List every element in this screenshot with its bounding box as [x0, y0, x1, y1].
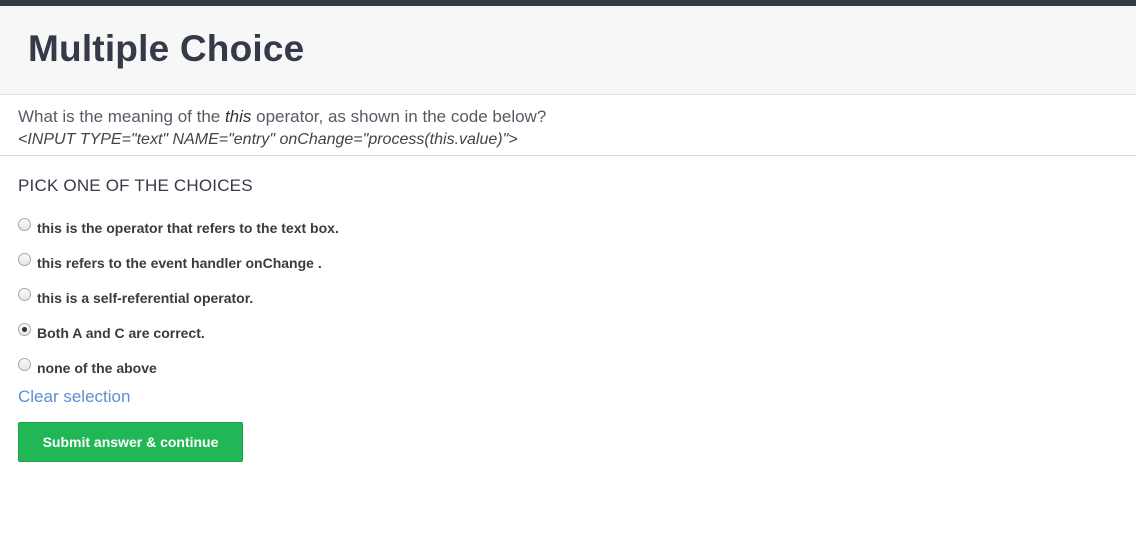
question-prefix: What is the meaning of the	[18, 107, 225, 126]
choice-label-e: none of the above	[37, 359, 157, 376]
clear-selection-link[interactable]: Clear selection	[18, 387, 130, 407]
radio-button-e[interactable]	[18, 358, 31, 371]
submit-button[interactable]: Submit answer & continue	[18, 422, 243, 462]
question-code: <INPUT TYPE="text" NAME="entry" onChange…	[18, 131, 518, 148]
radio-button-d[interactable]	[18, 323, 31, 336]
question-emphasis: this	[224, 107, 252, 126]
choice-option-b[interactable]: this refers to the event handler onChang…	[18, 245, 1118, 280]
radio-button-b[interactable]	[18, 253, 31, 266]
choice-label-a: this is the operator that refers to the …	[37, 219, 339, 236]
question-block: What is the meaning of the this operator…	[0, 95, 1136, 156]
choice-option-a[interactable]: this is the operator that refers to the …	[18, 210, 1118, 245]
choice-label-d: Both A and C are correct.	[37, 324, 205, 341]
page-header: Multiple Choice	[0, 6, 1136, 95]
choices-section: PICK ONE OF THE CHOICES this is the oper…	[0, 156, 1136, 462]
choice-option-d[interactable]: Both A and C are correct.	[18, 315, 1118, 350]
radio-button-c[interactable]	[18, 288, 31, 301]
radio-button-a[interactable]	[18, 218, 31, 231]
choice-label-b: this refers to the event handler onChang…	[37, 254, 322, 271]
page-title: Multiple Choice	[28, 28, 305, 69]
choices-title: PICK ONE OF THE CHOICES	[18, 176, 253, 195]
choice-label-c: this is a self-referential operator.	[37, 289, 254, 306]
question-text: What is the meaning of the this operator…	[18, 105, 1118, 128]
choice-option-c[interactable]: this is a self-referential operator.	[18, 280, 1118, 315]
choice-option-e[interactable]: none of the above	[18, 350, 1118, 385]
question-suffix: operator, as shown in the code below?	[251, 107, 547, 126]
